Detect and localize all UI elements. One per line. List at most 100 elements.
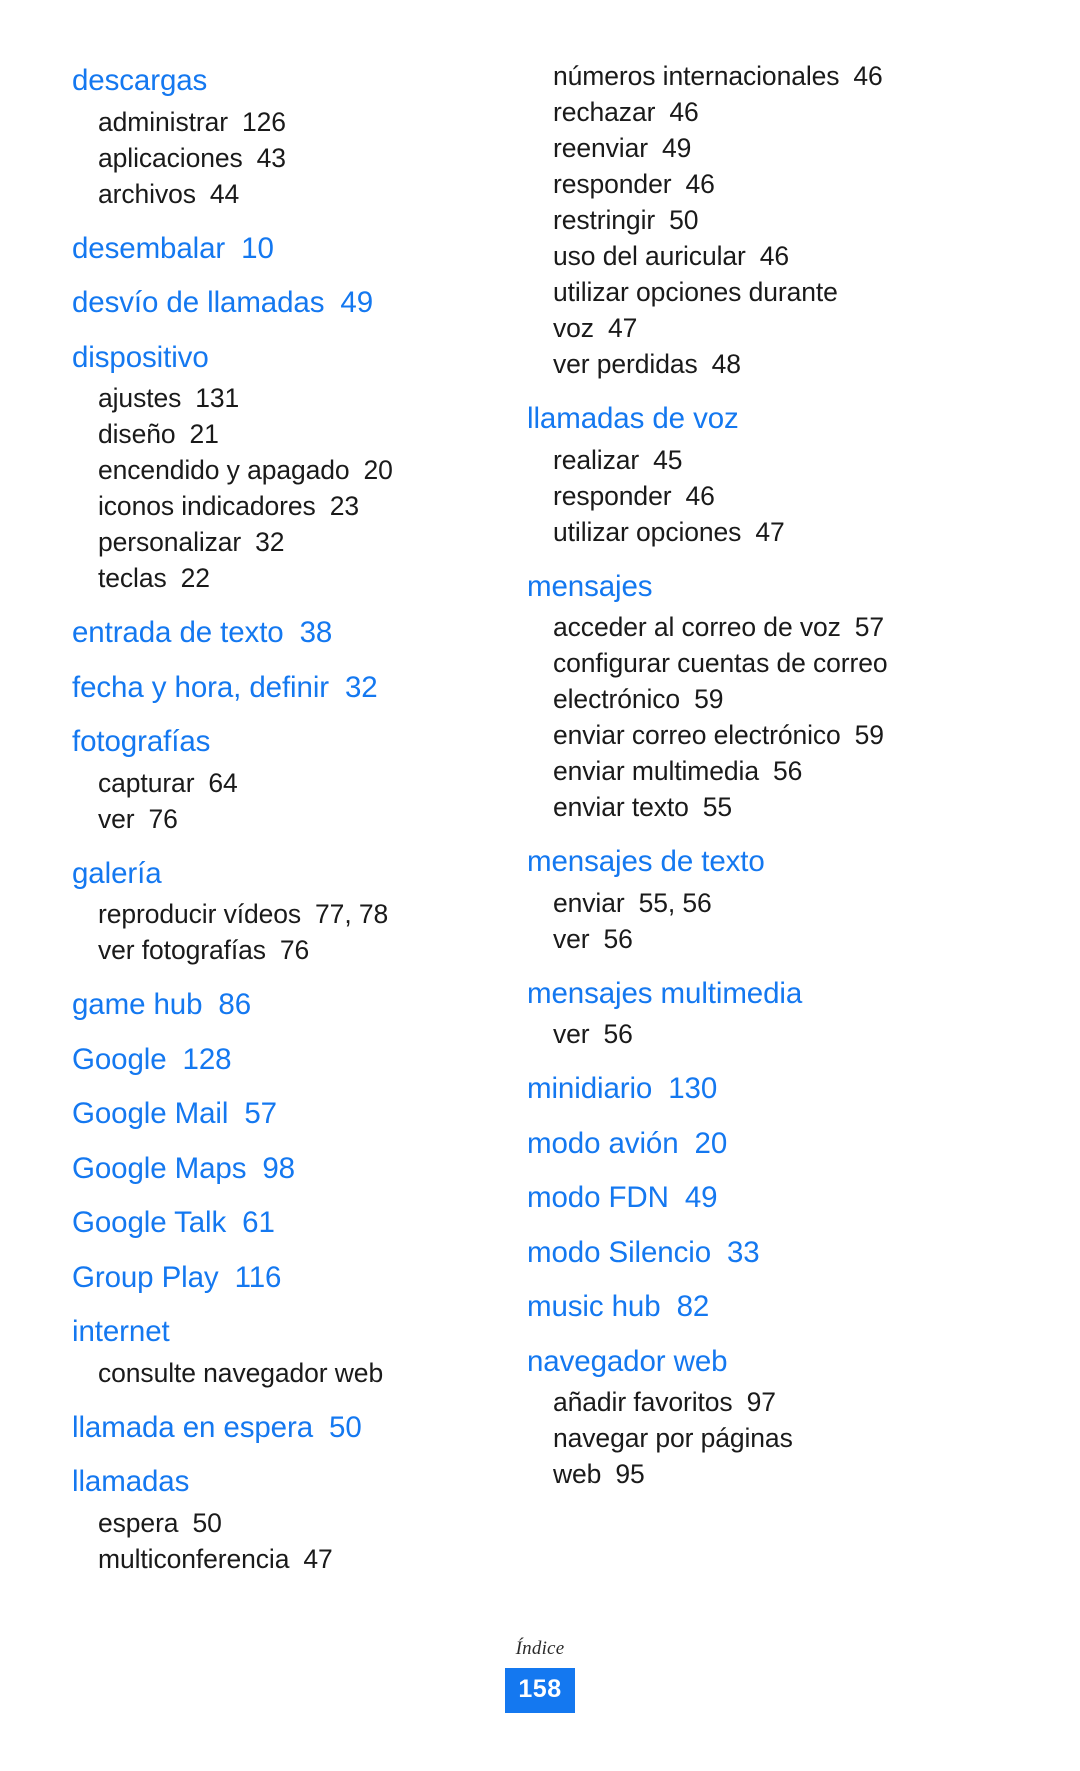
index-entry-sub: reproducir vídeos 77, 78 [72,896,490,932]
index-entry-page-number: 10 [241,231,274,265]
index-entry-sub: números internacionales 46 [527,58,1020,94]
index-entry-sub: consulte navegador web [72,1355,490,1391]
index-entry-page-number: 57 [244,1097,277,1130]
index-entry-label: desvío de llamadas [72,286,325,319]
index-entry-label: enviar [553,887,625,918]
index-entry-sub: capturar 64 [72,765,490,801]
index-entry-label: reenviar [553,133,648,163]
index-entry-label: Google Maps [72,1151,247,1185]
index-entry-main: Group Play 116 [72,1255,490,1301]
index-entry-page-number: 49 [340,286,374,319]
page-footer: Índice 158 [0,1638,1080,1713]
index-entry-main: modo FDN 49 [527,1175,1020,1221]
index-entry-label: mensajes multimedia [527,976,803,1010]
index-entry-label: añadir favoritos [553,1387,733,1417]
index-entry-page-number: 116 [234,1260,282,1294]
index-entry-sub: teclas 22 [72,560,490,596]
index-entry-label: llamadas [72,1465,190,1498]
index-entry-page-number: 22 [180,563,210,593]
index-entry-label: internet [72,1315,170,1348]
index-entry-page-number: 46 [685,480,715,511]
index-entry-label: galería [72,856,162,890]
index-entry-label: descargas [72,64,208,97]
index-entry-page-number: 43 [256,142,286,173]
index-entry-label: responder [553,169,672,199]
index-entry-page-number: 46 [685,169,715,199]
index-entry-main: navegador web [527,1339,1020,1385]
index-entry-page-number: 131 [195,383,240,413]
index-column-right: números internacionales 46 rechazar 46 reenv… [500,58,1080,1492]
index-entry-sub: navegar por páginas web 95 [527,1420,1020,1492]
index-entry-main: desembalar 10 [72,226,490,272]
index-entry-main: minidiario 130 [527,1066,1020,1112]
index-entry-page-number: 50 [192,1507,222,1538]
index-entry-page-number: 38 [299,616,333,649]
index-entry-label: Google Mail [72,1097,229,1130]
index-entry-label: fecha y hora, definir [72,670,329,704]
index-entry-sub: reenviar 49 [527,130,1020,166]
index-entry-page-number: 55 [702,792,733,822]
index-entry-label: ver perdidas [553,349,698,379]
index-entry-page-number: 59 [854,720,884,750]
index-entry-page-number: 23 [329,491,359,521]
index-entry-label: music hub [527,1290,661,1323]
index-entry-sub: añadir favoritos 97 [527,1384,1020,1420]
footer-section-label: Índice [515,1638,565,1659]
index-entry-main: Google Mail 57 [72,1091,490,1137]
index-entry-page-number: 82 [676,1290,710,1323]
index-entry-sub: multiconferencia 47 [72,1541,490,1577]
index-entry-label: diseño [98,419,176,449]
index-entry-page-number: 50 [669,205,699,235]
index-page: descargas administrar 126 aplicaciones 43 arc… [0,0,1080,1771]
index-entry-label: teclas [98,563,167,593]
index-entry-page-number: 61 [242,1206,275,1239]
index-entry-sub: responder 46 [527,478,1020,514]
index-entry-label: modo Silencio [527,1235,711,1269]
index-entry-label: enviar texto [553,792,689,822]
index-entry-sub: ver perdidas 48 [527,346,1020,382]
index-entry-page-number: 47 [755,516,785,547]
index-entry-main: dispositivo [72,335,490,381]
index-entry-page-number: 77, 78 [315,899,389,929]
index-entry-sub: rechazar 46 [527,94,1020,130]
index-entry-main: fecha y hora, definir 32 [72,665,490,711]
index-entry-label: encendido y apagado [98,455,350,485]
index-entry-label: archivos [98,178,196,209]
index-entry-page-number: 45 [653,444,683,475]
index-entry-label: consulte navegador web [98,1357,384,1388]
index-entry-sub: restringir 50 [527,202,1020,238]
index-entry-label: personalizar [98,527,242,557]
index-entry-page-number: 126 [241,106,286,137]
index-entry-label: utilizar opciones durante [553,277,838,307]
index-entry-main: mensajes de texto [527,839,1020,885]
index-entry-main: desvío de llamadas 49 [72,280,490,326]
index-entry-main: galería [72,851,490,897]
index-entry-page-number: 47 [607,313,638,343]
index-entry-label: configurar cuentas de correo [553,648,888,678]
index-entry-continuation-label: web [553,1459,602,1489]
index-entry-label: modo avión [527,1126,679,1160]
index-entry-page-number: 32 [255,527,285,557]
index-entry-sub: aplicaciones 43 [72,140,490,176]
index-entry-page-number: 98 [262,1151,295,1185]
index-entry-label: capturar [98,767,195,798]
index-entry-label: ver [553,923,590,954]
index-entry-label: aplicaciones [98,142,243,173]
index-entry-page-number: 130 [668,1072,718,1105]
index-entry-page-number: 57 [854,612,885,642]
index-entry-label: enviar correo electrónico [553,720,841,750]
index-entry-sub: ver 56 [527,921,1020,957]
index-entry-page-number: 56 [772,756,803,786]
index-entry-sub: ver 56 [527,1016,1020,1052]
index-entry-sub: utilizar opciones 47 [527,514,1020,550]
index-entry-label: Google [72,1042,167,1076]
index-entry-page-number: 64 [208,767,238,798]
index-entry-sub: enviar 55, 56 [527,885,1020,921]
index-entry-label: reproducir vídeos [98,899,302,929]
index-entry-continuation: web 95 [553,1456,1020,1492]
index-entry-label: restringir [553,205,656,235]
index-entry-main: Google Talk 61 [72,1200,490,1246]
index-entry-label: entrada de texto [72,616,284,649]
index-entry-label: llamada en espera [72,1410,314,1444]
index-entry-page-number: 21 [189,419,219,449]
